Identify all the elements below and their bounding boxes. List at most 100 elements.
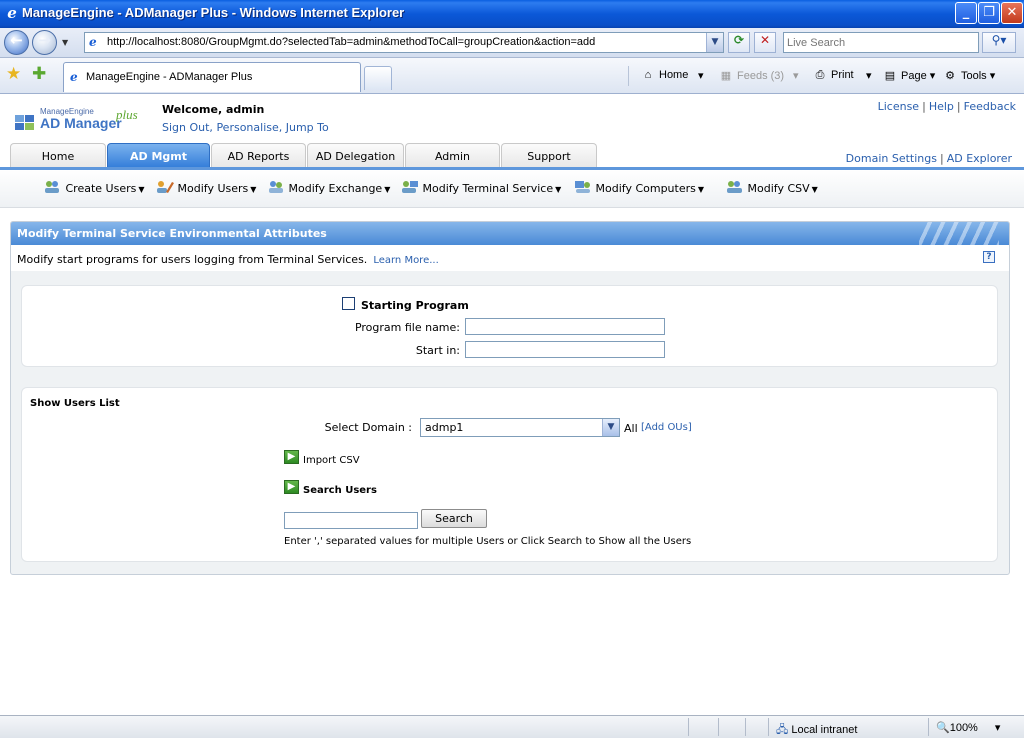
- jump-to-link[interactable]: Jump To: [286, 121, 329, 134]
- starting-program-checkbox[interactable]: [342, 297, 355, 310]
- back-button[interactable]: ←: [4, 30, 29, 55]
- domain-select-value: admp1: [425, 421, 464, 434]
- minimize-button[interactable]: _: [955, 2, 977, 24]
- favorites-star-icon[interactable]: ★: [6, 66, 21, 83]
- program-file-label: Program file name:: [354, 321, 460, 334]
- help-icon[interactable]: ?: [983, 251, 995, 263]
- page-menu-icon: ▤: [884, 70, 896, 82]
- learn-more-link[interactable]: Learn More...: [373, 255, 438, 266]
- tab-toolbar: ★ ✚ e ManageEngine - ADManager Plus ⌂ Hom…: [0, 58, 1024, 94]
- users-add-icon: [44, 180, 62, 194]
- help-link[interactable]: Help: [929, 100, 954, 113]
- exchange-icon: [267, 180, 285, 194]
- ad-explorer-link[interactable]: AD Explorer: [947, 152, 1012, 165]
- search-users-input[interactable]: [284, 512, 418, 529]
- select-domain-label: Select Domain :: [324, 421, 412, 434]
- stop-icon[interactable]: ✕: [754, 32, 776, 53]
- toolbar-separator: [628, 66, 629, 86]
- starting-program-label: Starting Program: [361, 299, 469, 312]
- tab-support[interactable]: Support: [501, 143, 597, 169]
- zoom-control[interactable]: 🔍100% ▾: [936, 721, 1000, 734]
- sign-out-link[interactable]: Sign Out,: [162, 121, 213, 134]
- print-button[interactable]: ⎙ Print: [812, 69, 854, 82]
- add-favorites-icon[interactable]: ✚: [32, 66, 46, 83]
- welcome-text: Welcome, admin: [162, 103, 265, 116]
- personalise-link[interactable]: Personalise,: [216, 121, 282, 134]
- address-field[interactable]: e http://localhost:8080/GroupMgmt.do?sel…: [84, 32, 724, 53]
- close-window-button[interactable]: ✕: [1001, 2, 1023, 24]
- feeds-dropdown[interactable]: ▾: [793, 69, 799, 82]
- tab-page-icon: e: [70, 70, 78, 84]
- feedback-link[interactable]: Feedback: [964, 100, 1016, 113]
- starting-program-box: Starting Program Program file name: Star…: [21, 285, 998, 367]
- address-dropdown-button[interactable]: ▼: [706, 33, 723, 52]
- logo-plus: plus: [116, 107, 138, 122]
- address-url[interactable]: http://localhost:8080/GroupMgmt.do?selec…: [107, 36, 595, 48]
- forward-button[interactable]: →: [32, 30, 57, 55]
- security-zone: 🖧 Local intranet: [776, 724, 858, 736]
- tab-ad-delegation[interactable]: AD Delegation: [307, 143, 404, 169]
- modify-csv-menu[interactable]: Modify CSV ▼: [726, 180, 818, 195]
- logo-product: AD Manager: [40, 115, 122, 131]
- tab-ad-mgmt[interactable]: AD Mgmt: [107, 143, 210, 169]
- all-label: All: [624, 422, 638, 435]
- start-in-label: Start in:: [415, 344, 460, 357]
- admanager-logo[interactable]: ManageEngine AD Manager plus: [14, 107, 144, 137]
- add-ous-link[interactable]: [Add OUs]: [641, 422, 692, 433]
- license-link[interactable]: License: [878, 100, 919, 113]
- search-button[interactable]: Search: [421, 509, 487, 528]
- window-title: ManageEngine - ADManager Plus - Windows …: [22, 5, 405, 20]
- refresh-icon[interactable]: ⟳: [728, 32, 750, 53]
- modify-computers-menu[interactable]: Modify Computers ▼: [574, 180, 704, 195]
- chevron-down-icon[interactable]: ▼: [602, 419, 619, 436]
- search-users-label: Search Users: [303, 485, 377, 496]
- tab-home[interactable]: Home: [10, 143, 106, 169]
- maximize-button[interactable]: ❐: [978, 2, 1000, 24]
- panel-description: Modify start programs for users logging …: [17, 253, 439, 266]
- search-arrow-icon[interactable]: ▶: [284, 480, 299, 494]
- import-csv-link[interactable]: Import CSV: [303, 455, 360, 466]
- browser-tab-label: ManageEngine - ADManager Plus: [86, 71, 253, 83]
- recent-pages-dropdown[interactable]: ▼: [62, 38, 68, 47]
- home-button[interactable]: ⌂ Home: [640, 69, 689, 81]
- terminal-service-panel: Modify Terminal Service Environmental At…: [10, 221, 1010, 575]
- domain-links: Domain Settings | AD Explorer: [845, 152, 1012, 165]
- sub-navigation: Create Users ▼ Modify Users ▼ Modify Excha…: [0, 170, 1024, 208]
- header-decoration: [919, 222, 999, 245]
- panel-header: Modify Terminal Service Environmental At…: [11, 222, 1009, 245]
- page-menu-button[interactable]: ▤ Page ▾: [882, 69, 935, 82]
- search-icon[interactable]: ⚲▾: [982, 32, 1016, 53]
- home-dropdown[interactable]: ▾: [698, 69, 704, 82]
- ie-logo-icon: e: [7, 4, 17, 22]
- tab-admin[interactable]: Admin: [405, 143, 500, 169]
- new-tab-button[interactable]: [364, 66, 392, 90]
- tools-menu-button[interactable]: ⚙ Tools ▾: [942, 69, 995, 82]
- home-icon: ⌂: [644, 69, 652, 81]
- live-search-input[interactable]: [784, 33, 974, 52]
- top-links: License | Help | Feedback: [877, 100, 1016, 113]
- modify-exchange-menu[interactable]: Modify Exchange ▼: [267, 180, 390, 195]
- feeds-button[interactable]: ▦ Feeds (3): [718, 69, 784, 82]
- print-dropdown[interactable]: ▾: [866, 69, 872, 82]
- window-titlebar: e ManageEngine - ADManager Plus - Window…: [0, 0, 1024, 28]
- tab-ad-reports[interactable]: AD Reports: [211, 143, 306, 169]
- address-toolbar: ← → ▼ e http://localhost:8080/GroupMgmt.…: [0, 28, 1024, 58]
- start-in-input[interactable]: [465, 341, 665, 358]
- modify-users-menu[interactable]: Modify Users ▼: [156, 180, 256, 195]
- users-edit-icon: [156, 180, 174, 194]
- program-file-input[interactable]: [465, 318, 665, 335]
- panel-description-row: Modify start programs for users logging …: [11, 245, 1009, 271]
- modify-terminal-service-menu[interactable]: Modify Terminal Service ▼: [401, 180, 561, 195]
- intranet-zone-icon: 🖧: [776, 724, 789, 736]
- feeds-icon: ▦: [720, 70, 732, 82]
- import-arrow-icon[interactable]: ▶: [284, 450, 299, 464]
- live-search-box[interactable]: [783, 32, 979, 53]
- browser-tab-active[interactable]: e ManageEngine - ADManager Plus: [63, 62, 361, 92]
- status-bar: 🖧 Local intranet 🔍100% ▾: [0, 715, 1024, 738]
- create-users-menu[interactable]: Create Users ▼: [44, 180, 145, 195]
- domain-select[interactable]: admp1 ▼: [420, 418, 620, 437]
- domain-settings-link[interactable]: Domain Settings: [846, 152, 937, 165]
- user-links: Sign Out, Personalise, Jump To: [162, 121, 329, 134]
- logo-mark-icon: [15, 115, 34, 130]
- gear-icon: ⚙: [945, 70, 955, 82]
